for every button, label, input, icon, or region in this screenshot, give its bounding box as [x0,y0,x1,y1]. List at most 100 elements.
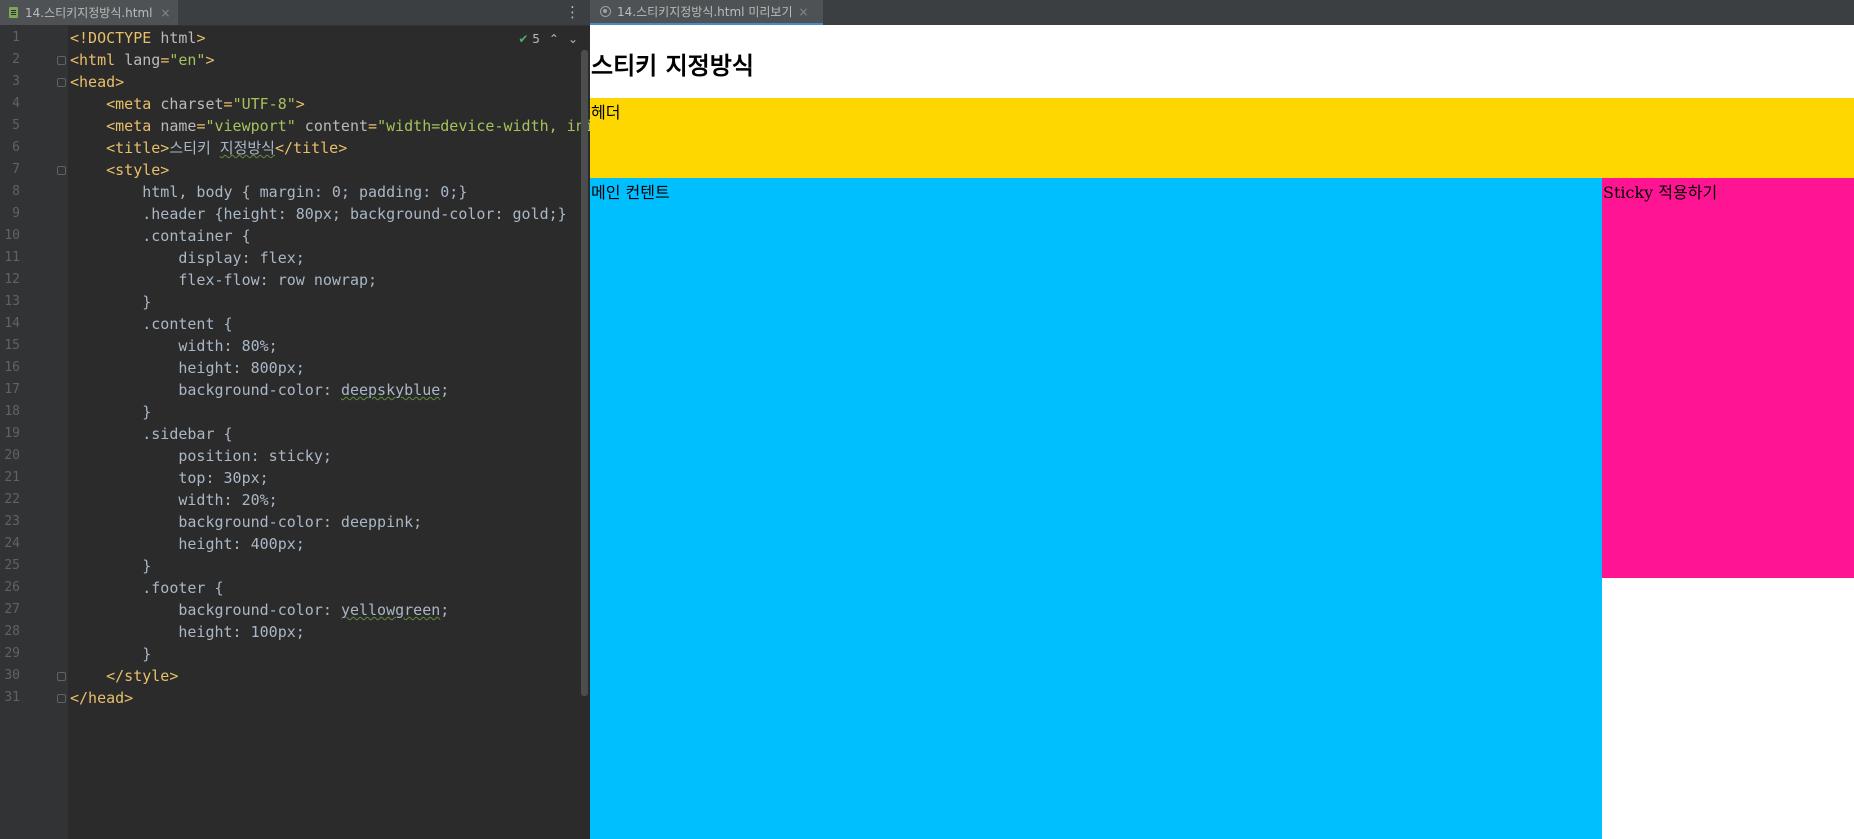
code-token: background-color: deeppink; [70,513,423,531]
editor-file-tab[interactable]: 14.스티키지정방식.html × [0,0,178,25]
line-number: 20 [4,448,20,463]
code-token: name [160,117,197,135]
code-token: > [196,29,206,47]
code-line: <html lang="en"> [70,49,215,71]
code-line: display: flex; [70,247,304,269]
code-line: position: sticky; [70,445,332,467]
inspection-widget[interactable]: ✔ 5 ⌃ ⌄ [518,32,578,46]
code-token: .header {height: 80px; background-color:… [70,205,567,223]
code-token: = [368,117,378,135]
code-line: background-color: yellowgreen; [70,599,449,621]
inspection-status: ✔ 5 [518,32,540,46]
close-icon[interactable]: × [799,5,809,19]
preview-tabbar: 14.스티키지정방식.html 미리보기 × [590,0,1854,25]
line-number: 19 [4,426,20,441]
code-token: charset [160,95,224,113]
line-number: 1 [12,30,20,45]
code-token: yellowgreen [340,601,441,619]
code-token: </style> [106,667,179,685]
code-token: <meta [106,117,161,135]
fold-marker-icon[interactable] [57,672,66,681]
line-number: 15 [4,338,20,353]
code-token: > [205,51,215,69]
code-line: <meta name="viewport" content="width=dev… [70,115,590,137]
code-token: } [70,557,152,575]
line-number: 30 [4,668,20,683]
code-line: .header {height: 80px; background-color:… [70,203,567,225]
fold-marker-icon[interactable] [57,78,66,87]
code-token: <title> [106,139,170,157]
code-line: height: 800px; [70,357,305,379]
code-token: background-color: [70,381,341,399]
fold-marker-icon[interactable] [57,56,66,65]
chevron-up-icon[interactable]: ⌃ [549,32,559,46]
code-token: "en" [169,51,206,69]
inspection-count: 5 [532,32,540,46]
line-number: 24 [4,536,20,551]
line-number: 6 [12,140,20,155]
code-token: > [295,95,305,113]
rendered-page: 스티키 지정방식 헤더 메인 컨텐트 Sticky 적용하기 [590,26,1854,839]
line-number: 26 [4,580,20,595]
content-text: 메인 컨텐트 [591,183,670,202]
code-line: <meta charset="UTF-8"> [70,93,305,115]
editor-scrollbar[interactable] [581,50,588,696]
code-line: <title>스티키 지정방식</title> [70,137,347,159]
code-editor-pane: 14.스티키지정방식.html × ⋮ 1 <!DOCTYPE html> 2 <ht… [0,0,590,839]
code-token: <html [70,51,125,69]
header-text: 헤더 [591,103,621,122]
line-number: 27 [4,602,20,617]
chevron-down-icon[interactable]: ⌄ [568,32,578,46]
sticky-sidebar-block: Sticky 적용하기 [1602,178,1854,578]
line-number: 29 [4,646,20,661]
more-options-icon[interactable]: ⋮ [565,3,580,21]
line-number: 31 [4,690,20,705]
preview-tab[interactable]: 14.스티키지정방식.html 미리보기 × [590,0,823,25]
line-number: 4 [12,96,20,111]
code-token: "width=device-width, ini [377,117,590,135]
line-number: 22 [4,492,20,507]
fold-marker-icon[interactable] [57,166,66,175]
line-number: 21 [4,470,20,485]
code-area[interactable]: 1 <!DOCTYPE html> 2 <html lang="en"> 3 <head>… [0,26,590,839]
code-line: width: 80%; [70,335,277,357]
code-token: <head> [70,73,125,91]
line-number: 25 [4,558,20,573]
fold-marker-icon[interactable] [57,694,66,703]
code-line: .content { [70,313,232,335]
code-token: .sidebar { [70,425,233,443]
code-line: <style> [70,159,169,181]
code-line: width: 20%; [70,489,277,511]
close-icon[interactable]: × [161,6,171,20]
code-line: html, body { margin: 0; padding: 0;} [70,181,467,203]
code-token: flex-flow: row nowrap; [70,271,378,289]
code-token: } [70,293,152,311]
code-token: 스티키 [169,139,220,157]
code-token: height: 800px; [70,359,305,377]
code-token: ; [440,601,450,619]
editor-tabbar: 14.스티키지정방식.html × ⋮ [0,0,590,26]
code-token: <meta [106,95,161,113]
code-token: background-color: [70,601,341,619]
code-token: html, body { margin: 0; padding: 0;} [70,183,468,201]
code-token: .container { [70,227,251,245]
code-line: .container { [70,225,251,247]
code-token: "viewport" [205,117,296,135]
code-token: lang [124,51,161,69]
code-token: 지정방식 [219,139,275,157]
code-token: html [160,29,197,47]
line-number: 7 [12,162,20,177]
main-content-block: 메인 컨텐트 [590,178,1602,839]
line-number: 3 [12,74,20,89]
code-line: height: 100px; [70,621,304,643]
code-token: } [70,403,152,421]
code-line: top: 30px; [70,467,268,489]
line-number: 11 [4,250,20,265]
code-token: </head> [70,689,134,707]
code-token: </title> [274,139,348,157]
page-title: 스티키 지정방식 [591,52,754,80]
code-token: .footer { [70,579,224,597]
